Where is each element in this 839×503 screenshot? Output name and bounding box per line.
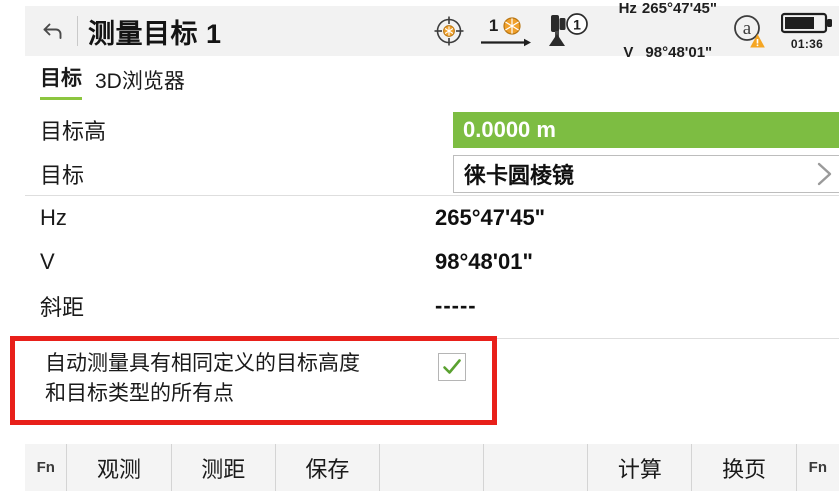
auto-measure-line2: 和目标类型的所有点: [45, 381, 234, 405]
row-v: V 98°48'01": [25, 240, 839, 284]
label-v: V: [40, 249, 55, 274]
back-arrow-icon: [43, 23, 62, 39]
v-value: 98°48'01": [645, 43, 713, 61]
save-button[interactable]: 保存: [276, 444, 380, 491]
target-select-field[interactable]: 徕卡圆棱镜: [453, 154, 839, 193]
page-title: 测量目标 1: [88, 18, 222, 49]
title-bar: 测量目标 1 1 1 Hz 265°47'45" V 98°48'01" a 0…: [25, 0, 839, 61]
battery-time: 01:36: [790, 37, 824, 51]
title-divider: [77, 16, 78, 46]
auto-measure-line1: 自动测量具有相同定义的目标高度: [45, 352, 360, 375]
row-target: 目标 徕卡圆棱镜: [25, 152, 839, 196]
fn-left-button[interactable]: Fn: [25, 444, 68, 491]
value-v: 98°48'01": [435, 249, 533, 274]
auto-measure-checkbox[interactable]: [438, 353, 466, 381]
label-target: 目标: [40, 162, 85, 188]
auto-measure-row[interactable]: 自动测量具有相同定义的目标高度 和目标类型的所有点: [15, 341, 492, 420]
chevron-right-icon: [809, 159, 839, 189]
checkmark-icon: [443, 359, 461, 374]
toolbar-empty-slot-2: [484, 444, 589, 491]
svg-text:a: a: [743, 18, 752, 39]
auto-measure-highlight: 自动测量具有相同定义的目标高度 和目标类型的所有点: [10, 336, 497, 425]
crosshair-prism-icon: [434, 16, 464, 46]
instrument-face-indicator[interactable]: 1: [546, 12, 590, 50]
label-slope-distance: 斜距: [40, 295, 85, 320]
angle-readout: Hz 265°47'45" V 98°48'01": [604, 0, 717, 75]
hz-value: 265°47'45": [641, 0, 717, 17]
toolbar-empty-slot: [380, 444, 485, 491]
device-screen: 测量目标 1 1 1 Hz 265°47'45" V 98°48'01" a 0…: [0, 0, 839, 503]
prism-number: 1: [488, 16, 499, 35]
value-hz: 265°47'45": [435, 205, 546, 230]
battery-icon: [781, 12, 832, 34]
v-label: V: [623, 43, 634, 61]
target-height-field[interactable]: 0.0000 m: [453, 112, 839, 148]
value-slope-distance: -----: [435, 293, 477, 318]
fn-right-button[interactable]: Fn: [797, 444, 839, 491]
tab-bar: 目标 3D浏览器: [40, 62, 185, 100]
back-button[interactable]: [31, 9, 75, 53]
row-divider: [497, 338, 839, 339]
prism-target-indicator[interactable]: 1: [480, 16, 532, 47]
label-hz: Hz: [40, 205, 67, 230]
page-change-button[interactable]: 换页: [692, 444, 797, 491]
row-slope-distance: 斜距 -----: [25, 284, 839, 328]
calculate-button[interactable]: 计算: [588, 444, 693, 491]
auto-measure-label: 自动测量具有相同定义的目标高度 和目标类型的所有点: [45, 349, 375, 409]
instrument-face-number: 1: [573, 17, 581, 33]
bottom-toolbar: Fn 观测 测距 保存 计算 换页 Fn: [25, 444, 839, 491]
atmosphere-warning-icon: a: [734, 15, 765, 48]
tab-target[interactable]: 目标: [40, 62, 82, 100]
target-select-value: 徕卡圆棱镜: [464, 162, 575, 188]
total-station-icon: 1: [548, 13, 588, 46]
label-target-height: 目标高: [40, 119, 107, 144]
target-lock-indicator[interactable]: [432, 14, 466, 48]
distance-button[interactable]: 测距: [172, 444, 276, 491]
status-bar: 1 1 Hz 265°47'45" V 98°48'01" a 01:36: [432, 0, 833, 61]
battery-indicator[interactable]: 01:36: [781, 11, 833, 51]
field-list: 目标高 0.0000 m 目标 徕卡圆棱镜 Hz 265°47'45" V 98…: [25, 108, 839, 328]
hz-label: Hz: [618, 0, 637, 17]
observe-button[interactable]: 观测: [67, 444, 172, 491]
arrow-right-icon: [480, 38, 531, 46]
prism-orange-icon: [503, 16, 521, 35]
row-hz: Hz 265°47'45": [25, 196, 839, 240]
tab-3d-viewer[interactable]: 3D浏览器: [95, 65, 185, 100]
atmosphere-indicator[interactable]: a: [731, 13, 767, 49]
row-target-height: 目标高 0.0000 m: [25, 108, 839, 152]
